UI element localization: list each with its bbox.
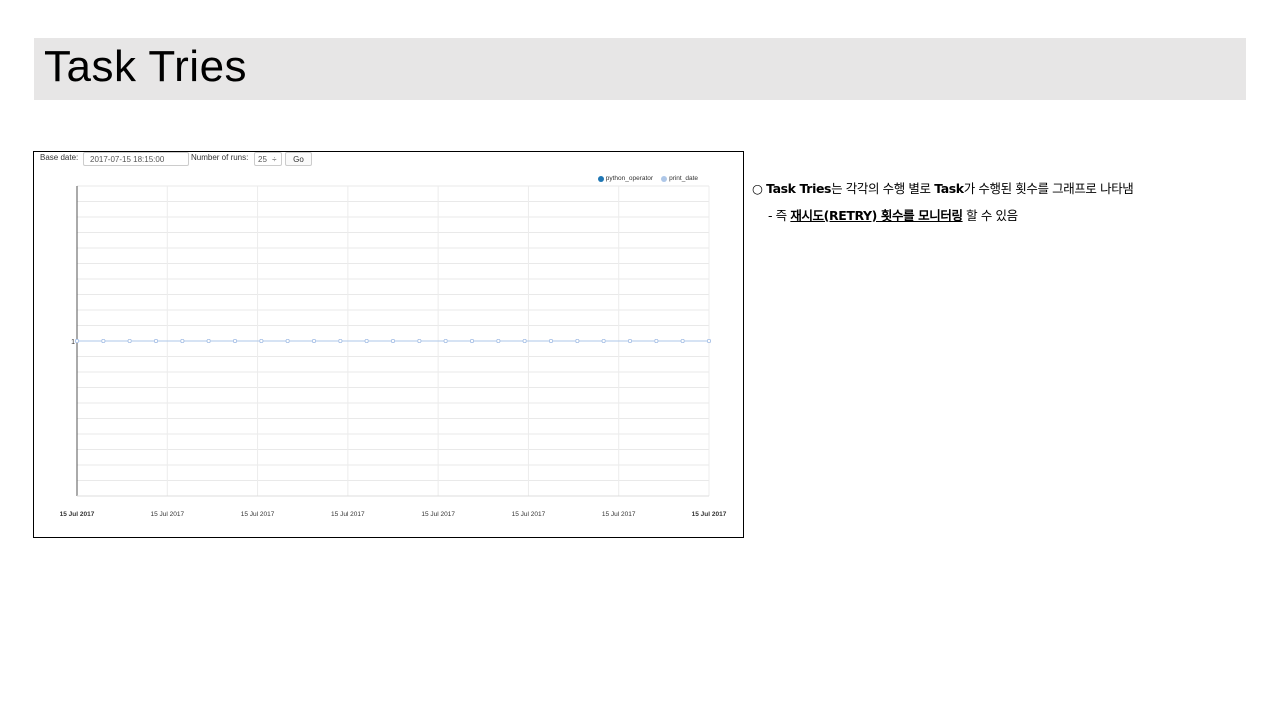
data-point-print_date — [338, 338, 343, 343]
data-point-print_date — [127, 338, 132, 343]
data-point-print_date — [443, 338, 448, 343]
bullet-icon: ○ — [752, 181, 763, 196]
data-point-print_date — [232, 338, 237, 343]
term-task: Task — [934, 181, 964, 196]
data-point-print_date — [285, 338, 290, 343]
data-point-print_date — [154, 338, 159, 343]
data-point-print_date — [390, 338, 395, 343]
term-task-tries: Task Tries — [766, 181, 832, 196]
data-point-print_date — [496, 338, 501, 343]
x-tick-label: 15 Jul 2017 — [512, 511, 546, 518]
retry-monitoring-text: 재시도(RETRY) 횟수를 모니터링 — [790, 208, 963, 223]
desc-text: 가 수행된 횟수를 그래프로 나타냄 — [963, 181, 1134, 196]
data-point-print_date — [469, 338, 474, 343]
description-line-2: - 즉 재시도(RETRY) 횟수를 모니터링 할 수 있음 — [752, 205, 1133, 224]
x-tick-label: 15 Jul 2017 — [150, 511, 184, 518]
data-point-print_date — [259, 338, 264, 343]
data-point-print_date — [311, 338, 316, 343]
data-point-print_date — [601, 338, 606, 343]
data-point-print_date — [364, 338, 369, 343]
x-tick-label: 15 Jul 2017 — [692, 511, 727, 518]
data-point-print_date — [180, 338, 185, 343]
data-point-print_date — [522, 338, 527, 343]
data-point-print_date — [75, 338, 80, 343]
task-tries-screenshot: Base date: 2017-07-15 18:15:00 Number of… — [33, 151, 744, 538]
data-point-print_date — [628, 338, 633, 343]
desc-text: - 즉 — [768, 208, 791, 223]
task-tries-chart: 1 15 Jul 2017 15 Jul 2017 15 Jul 2017 15 Jul… — [60, 185, 727, 518]
slide-description: ○ Task Tries는 각각의 수행 별로 Task가 수행된 횟수를 그래… — [752, 178, 1134, 224]
x-tick-label: 15 Jul 2017 — [241, 511, 275, 518]
data-point-print_date — [707, 338, 712, 343]
data-point-print_date — [680, 338, 685, 343]
x-tick-label: 15 Jul 2017 — [331, 511, 365, 518]
data-point-print_date — [654, 338, 659, 343]
data-point-print_date — [101, 338, 106, 343]
desc-text: 할 수 있음 — [962, 208, 1018, 223]
data-point-print_date — [575, 338, 580, 343]
y-tick-label: 1 — [71, 339, 75, 346]
data-point-print_date — [549, 338, 554, 343]
data-point-print_date — [417, 338, 422, 343]
description-line-1: ○ Task Tries는 각각의 수행 별로 Task가 수행된 횟수를 그래… — [752, 178, 1134, 197]
slide-title-bar: Task Tries — [34, 38, 1246, 100]
x-tick-label: 15 Jul 2017 — [421, 511, 455, 518]
x-tick-label: 15 Jul 2017 — [60, 511, 95, 518]
slide-title: Task Tries — [44, 42, 248, 91]
x-tick-label: 15 Jul 2017 — [602, 511, 636, 518]
data-point-print_date — [206, 338, 211, 343]
desc-text: 는 각각의 수행 별로 — [831, 181, 935, 196]
